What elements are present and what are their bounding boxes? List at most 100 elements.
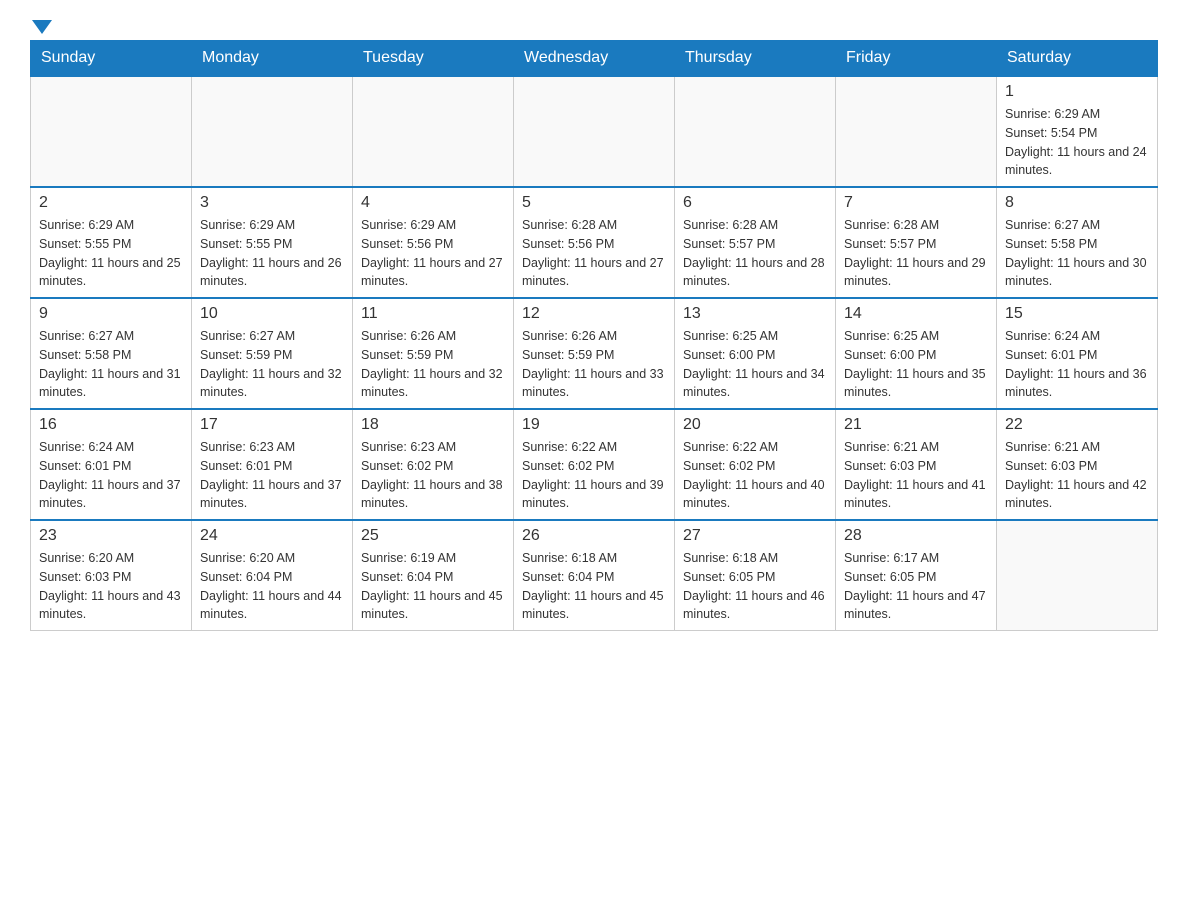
day-info: Sunrise: 6:28 AM Sunset: 5:57 PM Dayligh… xyxy=(683,216,827,291)
day-number: 27 xyxy=(683,527,827,545)
day-info: Sunrise: 6:26 AM Sunset: 5:59 PM Dayligh… xyxy=(361,327,505,402)
day-info: Sunrise: 6:28 AM Sunset: 5:56 PM Dayligh… xyxy=(522,216,666,291)
day-of-week-header: Monday xyxy=(192,41,353,77)
day-info: Sunrise: 6:25 AM Sunset: 6:00 PM Dayligh… xyxy=(844,327,988,402)
calendar-cell: 25 Sunrise: 6:19 AM Sunset: 6:04 PM Dayli… xyxy=(353,520,514,631)
day-number: 18 xyxy=(361,416,505,434)
calendar-cell xyxy=(514,76,675,187)
calendar-cell: 20Sunrise: 6:22 AM Sunset: 6:02 PM Dayli… xyxy=(675,409,836,520)
calendar-cell: 19 Sunrise: 6:22 AM Sunset: 6:02 PM Dayli… xyxy=(514,409,675,520)
calendar-week-row: 16 Sunrise: 6:24 AM Sunset: 6:01 PM Dayli… xyxy=(31,409,1158,520)
day-of-week-header: Tuesday xyxy=(353,41,514,77)
day-info: Sunrise: 6:19 AM Sunset: 6:04 PM Dayligh… xyxy=(361,549,505,624)
day-info: Sunrise: 6:18 AM Sunset: 6:04 PM Dayligh… xyxy=(522,549,666,624)
day-of-week-header: Saturday xyxy=(997,41,1158,77)
day-info: Sunrise: 6:25 AM Sunset: 6:00 PM Dayligh… xyxy=(683,327,827,402)
calendar-cell xyxy=(836,76,997,187)
day-number: 23 xyxy=(39,527,183,545)
day-number: 4 xyxy=(361,194,505,212)
day-info: Sunrise: 6:28 AM Sunset: 5:57 PM Dayligh… xyxy=(844,216,988,291)
calendar-header-row: SundayMondayTuesdayWednesdayThursdayFrid… xyxy=(31,41,1158,77)
calendar-week-row: 1 Sunrise: 6:29 AM Sunset: 5:54 PM Daylig… xyxy=(31,76,1158,187)
day-of-week-header: Sunday xyxy=(31,41,192,77)
day-number: 16 xyxy=(39,416,183,434)
calendar-table: SundayMondayTuesdayWednesdayThursdayFrid… xyxy=(30,40,1158,631)
calendar-cell xyxy=(353,76,514,187)
day-of-week-header: Wednesday xyxy=(514,41,675,77)
day-number: 14 xyxy=(844,305,988,323)
calendar-cell: 8 Sunrise: 6:27 AM Sunset: 5:58 PM Daylig… xyxy=(997,187,1158,298)
calendar-cell: 16 Sunrise: 6:24 AM Sunset: 6:01 PM Dayli… xyxy=(31,409,192,520)
calendar-cell: 3 Sunrise: 6:29 AM Sunset: 5:55 PM Daylig… xyxy=(192,187,353,298)
calendar-cell: 27 Sunrise: 6:18 AM Sunset: 6:05 PM Dayli… xyxy=(675,520,836,631)
calendar-cell: 9 Sunrise: 6:27 AM Sunset: 5:58 PM Daylig… xyxy=(31,298,192,409)
calendar-cell xyxy=(675,76,836,187)
calendar-cell: 28 Sunrise: 6:17 AM Sunset: 6:05 PM Dayli… xyxy=(836,520,997,631)
calendar-cell: 1 Sunrise: 6:29 AM Sunset: 5:54 PM Daylig… xyxy=(997,76,1158,187)
calendar-cell: 22Sunrise: 6:21 AM Sunset: 6:03 PM Dayli… xyxy=(997,409,1158,520)
calendar-cell xyxy=(31,76,192,187)
calendar-cell xyxy=(192,76,353,187)
calendar-cell: 18Sunrise: 6:23 AM Sunset: 6:02 PM Dayli… xyxy=(353,409,514,520)
calendar-cell: 23 Sunrise: 6:20 AM Sunset: 6:03 PM Dayli… xyxy=(31,520,192,631)
day-info: Sunrise: 6:29 AM Sunset: 5:56 PM Dayligh… xyxy=(361,216,505,291)
day-info: Sunrise: 6:29 AM Sunset: 5:55 PM Dayligh… xyxy=(39,216,183,291)
calendar-cell: 7 Sunrise: 6:28 AM Sunset: 5:57 PM Daylig… xyxy=(836,187,997,298)
day-info: Sunrise: 6:27 AM Sunset: 5:58 PM Dayligh… xyxy=(39,327,183,402)
day-number: 9 xyxy=(39,305,183,323)
page-header xyxy=(30,20,1158,30)
day-number: 2 xyxy=(39,194,183,212)
day-number: 20 xyxy=(683,416,827,434)
day-info: Sunrise: 6:24 AM Sunset: 6:01 PM Dayligh… xyxy=(39,438,183,513)
day-info: Sunrise: 6:17 AM Sunset: 6:05 PM Dayligh… xyxy=(844,549,988,624)
calendar-week-row: 2 Sunrise: 6:29 AM Sunset: 5:55 PM Daylig… xyxy=(31,187,1158,298)
calendar-cell: 21 Sunrise: 6:21 AM Sunset: 6:03 PM Dayli… xyxy=(836,409,997,520)
day-info: Sunrise: 6:29 AM Sunset: 5:54 PM Dayligh… xyxy=(1005,105,1149,180)
day-info: Sunrise: 6:20 AM Sunset: 6:04 PM Dayligh… xyxy=(200,549,344,624)
day-info: Sunrise: 6:21 AM Sunset: 6:03 PM Dayligh… xyxy=(1005,438,1149,513)
day-number: 21 xyxy=(844,416,988,434)
calendar-cell: 4 Sunrise: 6:29 AM Sunset: 5:56 PM Daylig… xyxy=(353,187,514,298)
day-of-week-header: Friday xyxy=(836,41,997,77)
day-number: 3 xyxy=(200,194,344,212)
day-number: 8 xyxy=(1005,194,1149,212)
day-info: Sunrise: 6:18 AM Sunset: 6:05 PM Dayligh… xyxy=(683,549,827,624)
day-info: Sunrise: 6:26 AM Sunset: 5:59 PM Dayligh… xyxy=(522,327,666,402)
day-number: 12 xyxy=(522,305,666,323)
day-number: 1 xyxy=(1005,83,1149,101)
calendar-cell: 11Sunrise: 6:26 AM Sunset: 5:59 PM Dayli… xyxy=(353,298,514,409)
day-info: Sunrise: 6:23 AM Sunset: 6:01 PM Dayligh… xyxy=(200,438,344,513)
day-number: 5 xyxy=(522,194,666,212)
calendar-week-row: 23 Sunrise: 6:20 AM Sunset: 6:03 PM Dayli… xyxy=(31,520,1158,631)
calendar-cell: 26 Sunrise: 6:18 AM Sunset: 6:04 PM Dayli… xyxy=(514,520,675,631)
day-info: Sunrise: 6:29 AM Sunset: 5:55 PM Dayligh… xyxy=(200,216,344,291)
calendar-cell: 5 Sunrise: 6:28 AM Sunset: 5:56 PM Daylig… xyxy=(514,187,675,298)
day-number: 25 xyxy=(361,527,505,545)
day-of-week-header: Thursday xyxy=(675,41,836,77)
logo xyxy=(30,20,54,30)
day-number: 15 xyxy=(1005,305,1149,323)
calendar-cell: 12 Sunrise: 6:26 AM Sunset: 5:59 PM Dayli… xyxy=(514,298,675,409)
day-info: Sunrise: 6:21 AM Sunset: 6:03 PM Dayligh… xyxy=(844,438,988,513)
calendar-week-row: 9 Sunrise: 6:27 AM Sunset: 5:58 PM Daylig… xyxy=(31,298,1158,409)
day-info: Sunrise: 6:22 AM Sunset: 6:02 PM Dayligh… xyxy=(522,438,666,513)
calendar-cell: 10 Sunrise: 6:27 AM Sunset: 5:59 PM Dayli… xyxy=(192,298,353,409)
calendar-cell: 15 Sunrise: 6:24 AM Sunset: 6:01 PM Dayli… xyxy=(997,298,1158,409)
day-number: 6 xyxy=(683,194,827,212)
calendar-cell: 17 Sunrise: 6:23 AM Sunset: 6:01 PM Dayli… xyxy=(192,409,353,520)
calendar-cell: 13 Sunrise: 6:25 AM Sunset: 6:00 PM Dayli… xyxy=(675,298,836,409)
day-info: Sunrise: 6:24 AM Sunset: 6:01 PM Dayligh… xyxy=(1005,327,1149,402)
day-number: 7 xyxy=(844,194,988,212)
day-info: Sunrise: 6:20 AM Sunset: 6:03 PM Dayligh… xyxy=(39,549,183,624)
day-number: 19 xyxy=(522,416,666,434)
day-info: Sunrise: 6:27 AM Sunset: 5:59 PM Dayligh… xyxy=(200,327,344,402)
calendar-cell: 14 Sunrise: 6:25 AM Sunset: 6:00 PM Dayli… xyxy=(836,298,997,409)
day-number: 10 xyxy=(200,305,344,323)
day-number: 26 xyxy=(522,527,666,545)
day-number: 13 xyxy=(683,305,827,323)
day-number: 24 xyxy=(200,527,344,545)
day-number: 17 xyxy=(200,416,344,434)
calendar-cell xyxy=(997,520,1158,631)
day-number: 28 xyxy=(844,527,988,545)
day-info: Sunrise: 6:27 AM Sunset: 5:58 PM Dayligh… xyxy=(1005,216,1149,291)
